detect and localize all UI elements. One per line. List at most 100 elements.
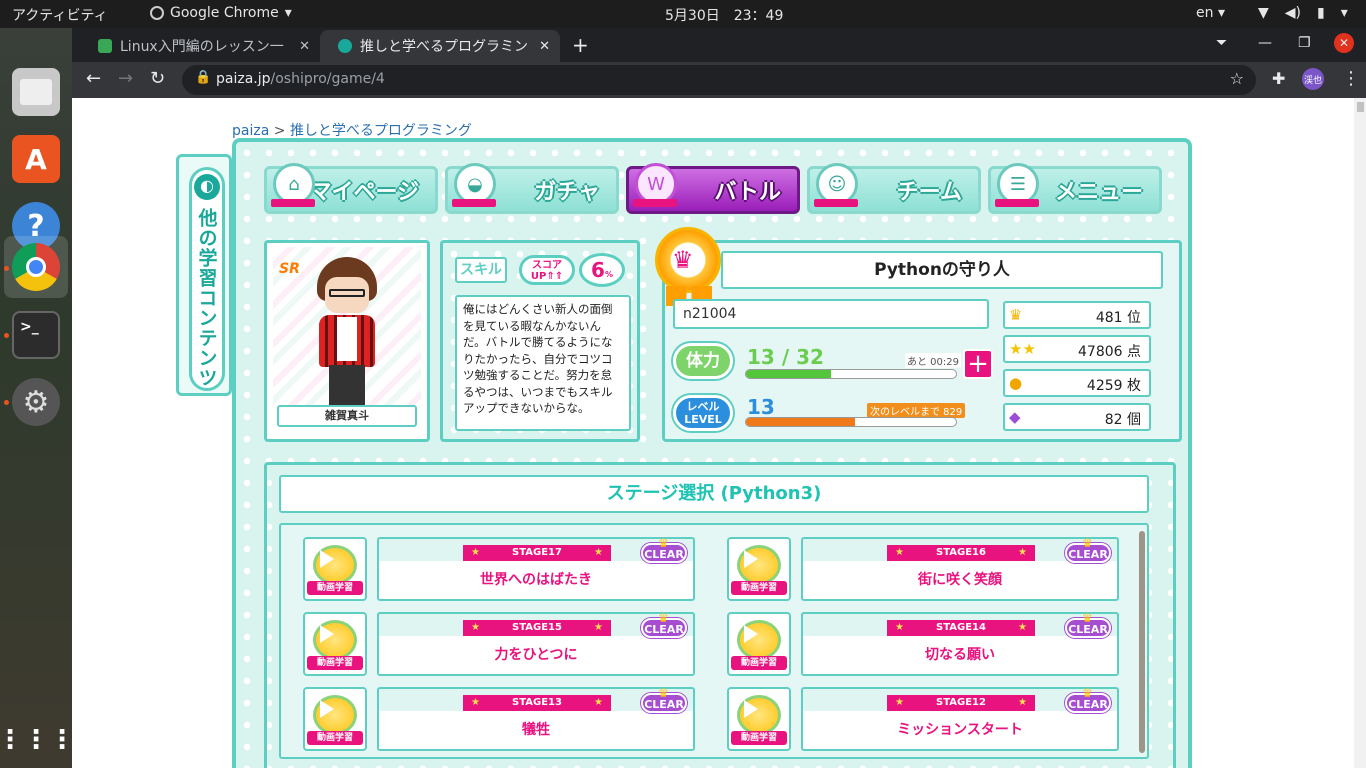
nav-battle-button[interactable]: W バトル	[626, 163, 800, 214]
new-tab-icon[interactable]: +	[572, 33, 589, 57]
stage-name: 世界へのはばたき	[480, 572, 592, 588]
extensions-icon[interactable]: ✚	[1272, 69, 1285, 88]
lock-icon: 🔒	[195, 70, 212, 85]
forward-icon[interactable]: →	[118, 68, 133, 89]
running-indicator	[4, 266, 9, 271]
close-window-icon[interactable]: ✕	[1334, 33, 1354, 53]
side-tab-inner: ◐ 他の学習コンテンツ	[189, 167, 225, 391]
hp-separator: /	[781, 345, 790, 369]
stage-number: STAGE12	[887, 695, 1035, 711]
play-icon	[320, 625, 334, 643]
terminal-icon[interactable]: >_	[12, 311, 60, 359]
skill-tag: スキル	[455, 257, 507, 283]
gem-stat: ◆ 82 個	[1003, 403, 1151, 431]
other-content-side-tab[interactable]: ◐ 他の学習コンテンツ	[176, 154, 232, 396]
video-label: 動画学習	[731, 656, 787, 670]
address-bar[interactable]: 🔒 paiza.jp/oshipro/game/4 ☆	[182, 65, 1256, 95]
nav-team-button[interactable]: ☺ チーム	[807, 163, 981, 214]
running-indicator	[4, 400, 9, 405]
stage-number: STAGE16	[887, 545, 1035, 561]
url-host: paiza.jp	[216, 71, 271, 87]
browser-menu-icon[interactable]: ⋮	[1342, 68, 1360, 89]
nav-label: マイページ	[309, 180, 419, 205]
stage-name: 犠牲	[522, 722, 550, 738]
dropdown-icon: ▾	[284, 5, 292, 21]
stage-card[interactable]: STAGE12 CLEAR ミッションスタート	[801, 683, 1119, 751]
close-tab-icon[interactable]: ✕	[539, 39, 550, 54]
maximize-icon[interactable]: ❐	[1298, 35, 1311, 51]
minimize-icon[interactable]: —	[1258, 35, 1272, 51]
show-apps-icon[interactable]: ⋮⋮⋮	[0, 716, 75, 764]
hp-bar	[745, 369, 957, 379]
system-tray[interactable]: ▼ ◀) ▮ ▾	[1258, 5, 1348, 21]
rank-value: 481 位	[1095, 310, 1141, 326]
ribbon	[814, 199, 858, 207]
page-scrollbar[interactable]	[1354, 98, 1366, 768]
nav-gacha-button[interactable]: ◒ ガチャ	[445, 163, 619, 214]
stage-select-title: ステージ選択 (Python3)	[279, 475, 1149, 513]
tab-linux-lesson[interactable]: Linux入門編のレッスン一 ✕	[80, 30, 320, 62]
tab-search-icon[interactable]: ⏷	[1216, 35, 1227, 51]
nav-mypage-button[interactable]: ⌂ マイページ	[264, 163, 438, 214]
breadcrumb-separator: >	[273, 123, 286, 139]
browser-toolbar: ← → ↻ 🔒 paiza.jp/oshipro/game/4 ☆ ✚ 渓也 ⋮	[72, 62, 1366, 98]
app-menu[interactable]: Google Chrome ▾	[150, 5, 292, 21]
clock[interactable]: 5月30日 23：49	[665, 5, 783, 25]
level-label-en: LEVEL	[684, 413, 722, 426]
video-lesson-button[interactable]: 動画学習	[727, 612, 791, 676]
character-card[interactable]: SR 雑賀真斗	[264, 240, 430, 442]
stage-number: STAGE14	[887, 620, 1035, 636]
skill-description: 俺にはどんくさい新人の面倒を見ている暇なんかないんだ。バトルで勝てるようになりた…	[455, 295, 631, 431]
activities-button[interactable]: アクティビティ	[12, 5, 108, 25]
chrome-dock-icon[interactable]	[12, 243, 60, 291]
stage-card[interactable]: STAGE13 CLEAR 犠牲	[377, 683, 695, 751]
rank-stat: ♛ 481 位	[1003, 301, 1151, 329]
breadcrumb: paiza > 推しと学べるプログラミング	[232, 120, 472, 140]
tab-oshipro[interactable]: 推しと学べるプログラミン ✕	[320, 30, 560, 62]
play-icon	[320, 550, 334, 568]
stage-number: STAGE15	[463, 620, 611, 636]
stage-card[interactable]: STAGE14 CLEAR 切なる願い	[801, 608, 1119, 676]
rarity-badge: SR	[279, 261, 300, 277]
breadcrumb-home-link[interactable]: paiza	[232, 123, 269, 139]
nav-menu-button[interactable]: ☰ メニュー	[988, 163, 1162, 214]
video-lesson-button[interactable]: 動画学習	[303, 687, 367, 751]
stars-icon: ★★	[1009, 340, 1036, 358]
coin-stat: ● 4259 枚	[1003, 369, 1151, 397]
nav-label: ガチャ	[534, 180, 600, 205]
user-id: n21004	[673, 299, 989, 329]
hp-recover-button[interactable]: +	[963, 349, 993, 379]
bookmark-star-icon[interactable]: ☆	[1230, 69, 1244, 88]
tab-strip: Linux入門編のレッスン一 ✕ 推しと学べるプログラミン ✕ + ⏷ — ❐ ✕	[72, 28, 1366, 62]
stage-list-scrollbar[interactable]	[1139, 531, 1145, 753]
video-lesson-button[interactable]: 動画学習	[303, 612, 367, 676]
clear-badge: CLEAR	[641, 608, 687, 638]
files-icon[interactable]	[12, 68, 60, 116]
hp-current: 13	[747, 345, 775, 369]
stage-card[interactable]: STAGE15 CLEAR 力をひとつに	[377, 608, 695, 676]
video-lesson-button[interactable]: 動画学習	[303, 537, 367, 601]
video-label: 動画学習	[307, 581, 363, 595]
video-lesson-button[interactable]: 動画学習	[727, 537, 791, 601]
input-language[interactable]: en ▾	[1196, 5, 1225, 21]
breadcrumb-current-link[interactable]: 推しと学べるプログラミング	[290, 123, 472, 139]
oshipro-favicon-icon	[338, 39, 352, 53]
paiza-favicon-icon	[98, 39, 112, 53]
software-center-icon[interactable]: A	[12, 135, 60, 183]
stage-card[interactable]: STAGE16 CLEAR 街に咲く笑顔	[801, 533, 1119, 601]
close-tab-icon[interactable]: ✕	[299, 39, 310, 54]
reload-icon[interactable]: ↻	[150, 68, 165, 89]
profile-avatar[interactable]: 渓也	[1302, 68, 1324, 90]
skill-panel: スキル スコア UP⇑⇑ 6% 俺にはどんくさい新人の面倒を見ている暇なんかないん…	[440, 240, 640, 442]
dock: A ? >_ ⚙ ⋮⋮⋮	[0, 28, 75, 768]
settings-icon[interactable]: ⚙	[12, 378, 60, 426]
character-pants	[329, 365, 365, 405]
back-icon[interactable]: ←	[86, 68, 101, 89]
video-lesson-button[interactable]: 動画学習	[727, 687, 791, 751]
coin-icon: ●	[1009, 374, 1023, 392]
stage-card[interactable]: STAGE17 CLEAR 世界へのはばたき	[377, 533, 695, 601]
score-value: 47806 点	[1078, 344, 1141, 360]
ribbon	[633, 199, 677, 207]
xp-bar	[745, 417, 957, 427]
stage-select-panel: ステージ選択 (Python3) 動画学習 STAGE17 CLEAR 世界へのはば…	[264, 462, 1176, 768]
